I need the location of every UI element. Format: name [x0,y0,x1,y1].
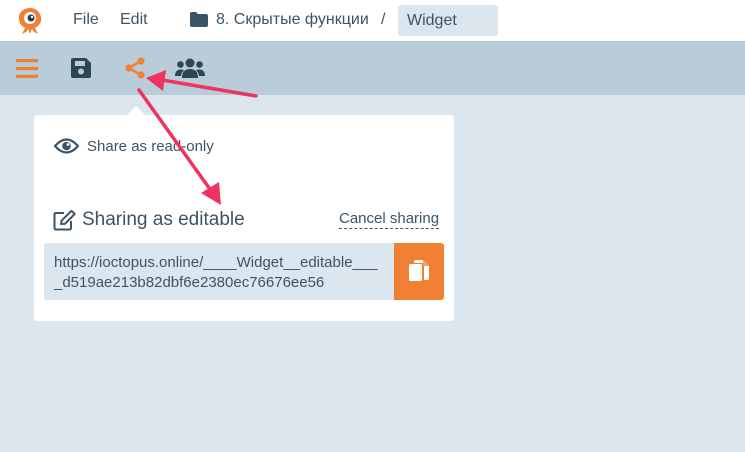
octopus-logo-icon[interactable] [14,5,46,37]
edit-menu[interactable]: Edit [120,11,148,29]
edit-icon [53,209,76,230]
eye-icon [54,138,79,154]
cancel-sharing-link[interactable]: Cancel sharing [339,210,440,229]
copy-icon [409,259,429,281]
share-readonly-label: Share as read-only [87,137,214,155]
menubar: File Edit 8. Скрытые функции / [0,0,745,41]
breadcrumb-separator: / [381,11,386,28]
copy-url-button[interactable] [394,243,444,300]
sharing-editable-heading: Sharing as editable [53,209,245,231]
folder-icon [190,12,208,27]
hamburger-menu-button[interactable] [14,55,40,81]
save-button[interactable] [68,55,94,81]
share-readonly-option[interactable]: Share as read-only [54,137,214,155]
share-icon [125,57,145,79]
save-icon [71,58,91,78]
hamburger-menu-icon [16,58,38,78]
users-icon [175,58,205,78]
breadcrumb-folder[interactable]: 8. Скрытые функции [216,11,369,29]
file-menu[interactable]: File [73,11,99,29]
share-button[interactable] [122,55,148,81]
sharing-editable-label: Sharing as editable [82,209,245,230]
users-button[interactable] [174,55,206,81]
share-url-field[interactable]: https://ioctopus.online/____Widget__edit… [44,243,394,300]
document-title-input[interactable] [398,5,498,36]
toolbar [0,41,745,95]
